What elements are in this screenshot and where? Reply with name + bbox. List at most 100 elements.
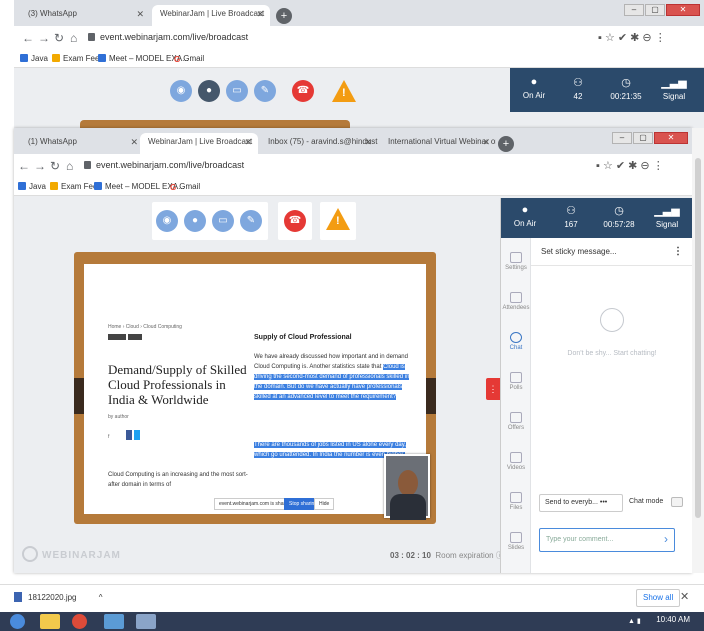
forward-icon[interactable]: → bbox=[38, 31, 50, 45]
close-icon[interactable]: ✕ bbox=[130, 137, 138, 148]
on-air-stat: ● On Air bbox=[503, 204, 547, 228]
mic-tool-icon[interactable]: ● bbox=[198, 80, 220, 102]
close-icon[interactable]: ✕ bbox=[256, 9, 264, 20]
nav-chat[interactable]: Chat bbox=[501, 332, 531, 351]
bookmark-exam-fee[interactable]: Exam Fee bbox=[52, 54, 99, 63]
extension-icons[interactable]: ▪ ☆ ✔ ✱ ⊖ ⋮ bbox=[596, 159, 664, 172]
attendees-icon: ⚇ bbox=[573, 77, 583, 89]
bookmark-gmail[interactable]: G Gmail bbox=[170, 182, 200, 192]
close-icon[interactable]: ✕ bbox=[364, 137, 372, 148]
screen-tool-icon[interactable]: ▭ bbox=[226, 80, 248, 102]
comment-input[interactable]: Type your comment... › bbox=[539, 528, 675, 552]
nav-settings[interactable]: Settings bbox=[501, 252, 531, 271]
chrome-icon[interactable] bbox=[72, 614, 87, 629]
bookmark-gmail[interactable]: G Gmail bbox=[174, 54, 204, 64]
tab-label: (1) WhatsApp bbox=[28, 137, 77, 146]
panel-side-nav: Settings Attendees Chat Polls Offers Vid… bbox=[501, 238, 531, 573]
close-window-icon[interactable]: ✕ bbox=[654, 132, 688, 144]
control-panel: ● On Air ⚇ 167 ◷ 00:57:28 ▁▃▅ Signal Setting… bbox=[500, 198, 693, 573]
bg-tab-whatsapp[interactable]: (3) WhatsApp ✕ bbox=[20, 5, 150, 26]
nav-videos[interactable]: Videos bbox=[501, 452, 531, 471]
nav-attendees[interactable]: Attendees bbox=[501, 292, 531, 311]
tab-inbox[interactable]: Inbox (75) - aravind.s@hindusth... ✕ bbox=[260, 133, 378, 154]
gear-icon bbox=[510, 252, 522, 263]
hangup-icon[interactable]: ☎ bbox=[292, 80, 314, 102]
url-field[interactable]: event.webinarjam.com/live/broadcast bbox=[100, 32, 248, 42]
camera-tool-icon[interactable]: ◉ bbox=[156, 210, 178, 232]
nav-slides[interactable]: Slides bbox=[501, 532, 531, 551]
more-options-icon[interactable]: ⋮ bbox=[673, 246, 683, 257]
send-chevron-icon[interactable]: › bbox=[664, 532, 668, 546]
close-window-icon[interactable]: ✕ bbox=[666, 4, 700, 16]
show-all-button[interactable]: Show all bbox=[636, 589, 681, 607]
close-downloads-icon[interactable]: ✕ bbox=[680, 590, 689, 603]
maximize-icon[interactable]: ▢ bbox=[633, 132, 653, 144]
bg-tab-webinarjam[interactable]: WebinarJam | Live Broadcast ✕ bbox=[152, 5, 270, 26]
minimize-icon[interactable]: – bbox=[624, 4, 644, 16]
panel-toggle-button[interactable]: ⋮ bbox=[486, 378, 500, 400]
chat-icon bbox=[510, 332, 522, 343]
new-tab-button[interactable]: + bbox=[498, 136, 514, 152]
bookmark-exam-fee[interactable]: Exam Fee bbox=[50, 182, 97, 191]
system-tray-icons[interactable]: ▲ ▮ bbox=[628, 617, 641, 625]
maximize-icon[interactable]: ▢ bbox=[645, 4, 665, 16]
screen-share-icon[interactable]: ▭ bbox=[212, 210, 234, 232]
webcam-preview[interactable] bbox=[384, 454, 430, 520]
start-button-icon[interactable] bbox=[10, 614, 25, 629]
home-icon[interactable]: ⌂ bbox=[70, 31, 77, 45]
mic-tool-icon[interactable]: ● bbox=[184, 210, 206, 232]
scrollbar-thumb[interactable] bbox=[695, 158, 701, 518]
tab-label: (3) WhatsApp bbox=[28, 9, 77, 18]
background-browser-window: (3) WhatsApp ✕ WebinarJam | Live Broadca… bbox=[14, 0, 704, 140]
app-icon[interactable] bbox=[136, 614, 156, 629]
reload-icon[interactable]: ↻ bbox=[50, 159, 60, 173]
nav-offers[interactable]: Offers bbox=[501, 412, 531, 431]
back-icon[interactable]: ← bbox=[18, 159, 30, 173]
new-tab-button[interactable]: + bbox=[276, 8, 292, 24]
camera-tool-icon[interactable]: ◉ bbox=[170, 80, 192, 102]
nav-files[interactable]: Files bbox=[501, 492, 531, 511]
slide-tag bbox=[128, 334, 142, 340]
slide-share-row: f bbox=[108, 434, 110, 440]
slide-byline: by author bbox=[108, 414, 129, 420]
tab-webinarjam[interactable]: WebinarJam | Live Broadcast ✕ bbox=[140, 133, 258, 154]
app-icon[interactable] bbox=[104, 614, 124, 629]
tab-strip: (1) WhatsApp ✕ WebinarJam | Live Broadca… bbox=[14, 128, 692, 154]
warning-icon[interactable]: ! bbox=[332, 80, 356, 102]
hide-button[interactable]: Hide bbox=[314, 498, 335, 510]
twitter-icon bbox=[134, 430, 140, 440]
extension-icons[interactable]: ▪ ☆ ✔ ✱ ⊖ ⋮ bbox=[598, 31, 666, 44]
attendees-icon bbox=[510, 292, 522, 303]
download-item[interactable]: 18122020.jpg ^ bbox=[14, 592, 103, 602]
slide-title: Demand/Supply of Skilled Cloud Professio… bbox=[108, 362, 247, 407]
taskbar-clock[interactable]: 10:40 AM bbox=[656, 615, 690, 624]
tab-international-webinar[interactable]: International Virtual Webinar on... ✕ bbox=[380, 133, 496, 154]
clock-icon: ◷ bbox=[614, 205, 624, 217]
back-icon[interactable]: ← bbox=[22, 31, 34, 45]
page-scrollbar[interactable] bbox=[692, 128, 704, 573]
nav-polls[interactable]: Polls bbox=[501, 372, 531, 391]
send-to-dropdown[interactable]: Send to everyb... ••• bbox=[539, 494, 623, 512]
slide-tag bbox=[108, 334, 126, 340]
close-icon[interactable]: ✕ bbox=[244, 137, 252, 148]
reload-icon[interactable]: ↻ bbox=[54, 31, 64, 45]
file-explorer-icon[interactable] bbox=[40, 614, 60, 629]
close-icon[interactable]: ✕ bbox=[136, 9, 144, 20]
close-icon[interactable]: ✕ bbox=[482, 137, 490, 148]
pen-tool-icon[interactable]: ✎ bbox=[254, 80, 276, 102]
minimize-icon[interactable]: – bbox=[612, 132, 632, 144]
sticky-message-field[interactable]: Set sticky message... ⋮ bbox=[531, 238, 693, 266]
video-icon bbox=[510, 452, 522, 463]
forward-icon[interactable]: → bbox=[34, 159, 46, 173]
bookmark-java[interactable]: Java bbox=[18, 182, 46, 191]
home-icon[interactable]: ⌂ bbox=[66, 159, 73, 173]
tab-label: WebinarJam | Live Broadcast bbox=[148, 137, 253, 146]
bookmark-java[interactable]: Java bbox=[20, 54, 48, 63]
presenter-head bbox=[398, 470, 418, 496]
tab-whatsapp[interactable]: (1) WhatsApp ✕ bbox=[20, 133, 144, 154]
warning-icon[interactable]: ! bbox=[326, 208, 350, 230]
pen-tool-icon[interactable]: ✎ bbox=[240, 210, 262, 232]
hangup-icon[interactable]: ☎ bbox=[284, 210, 306, 232]
chat-mode-toggle[interactable] bbox=[671, 497, 683, 507]
url-field[interactable]: event.webinarjam.com/live/broadcast bbox=[96, 160, 244, 170]
